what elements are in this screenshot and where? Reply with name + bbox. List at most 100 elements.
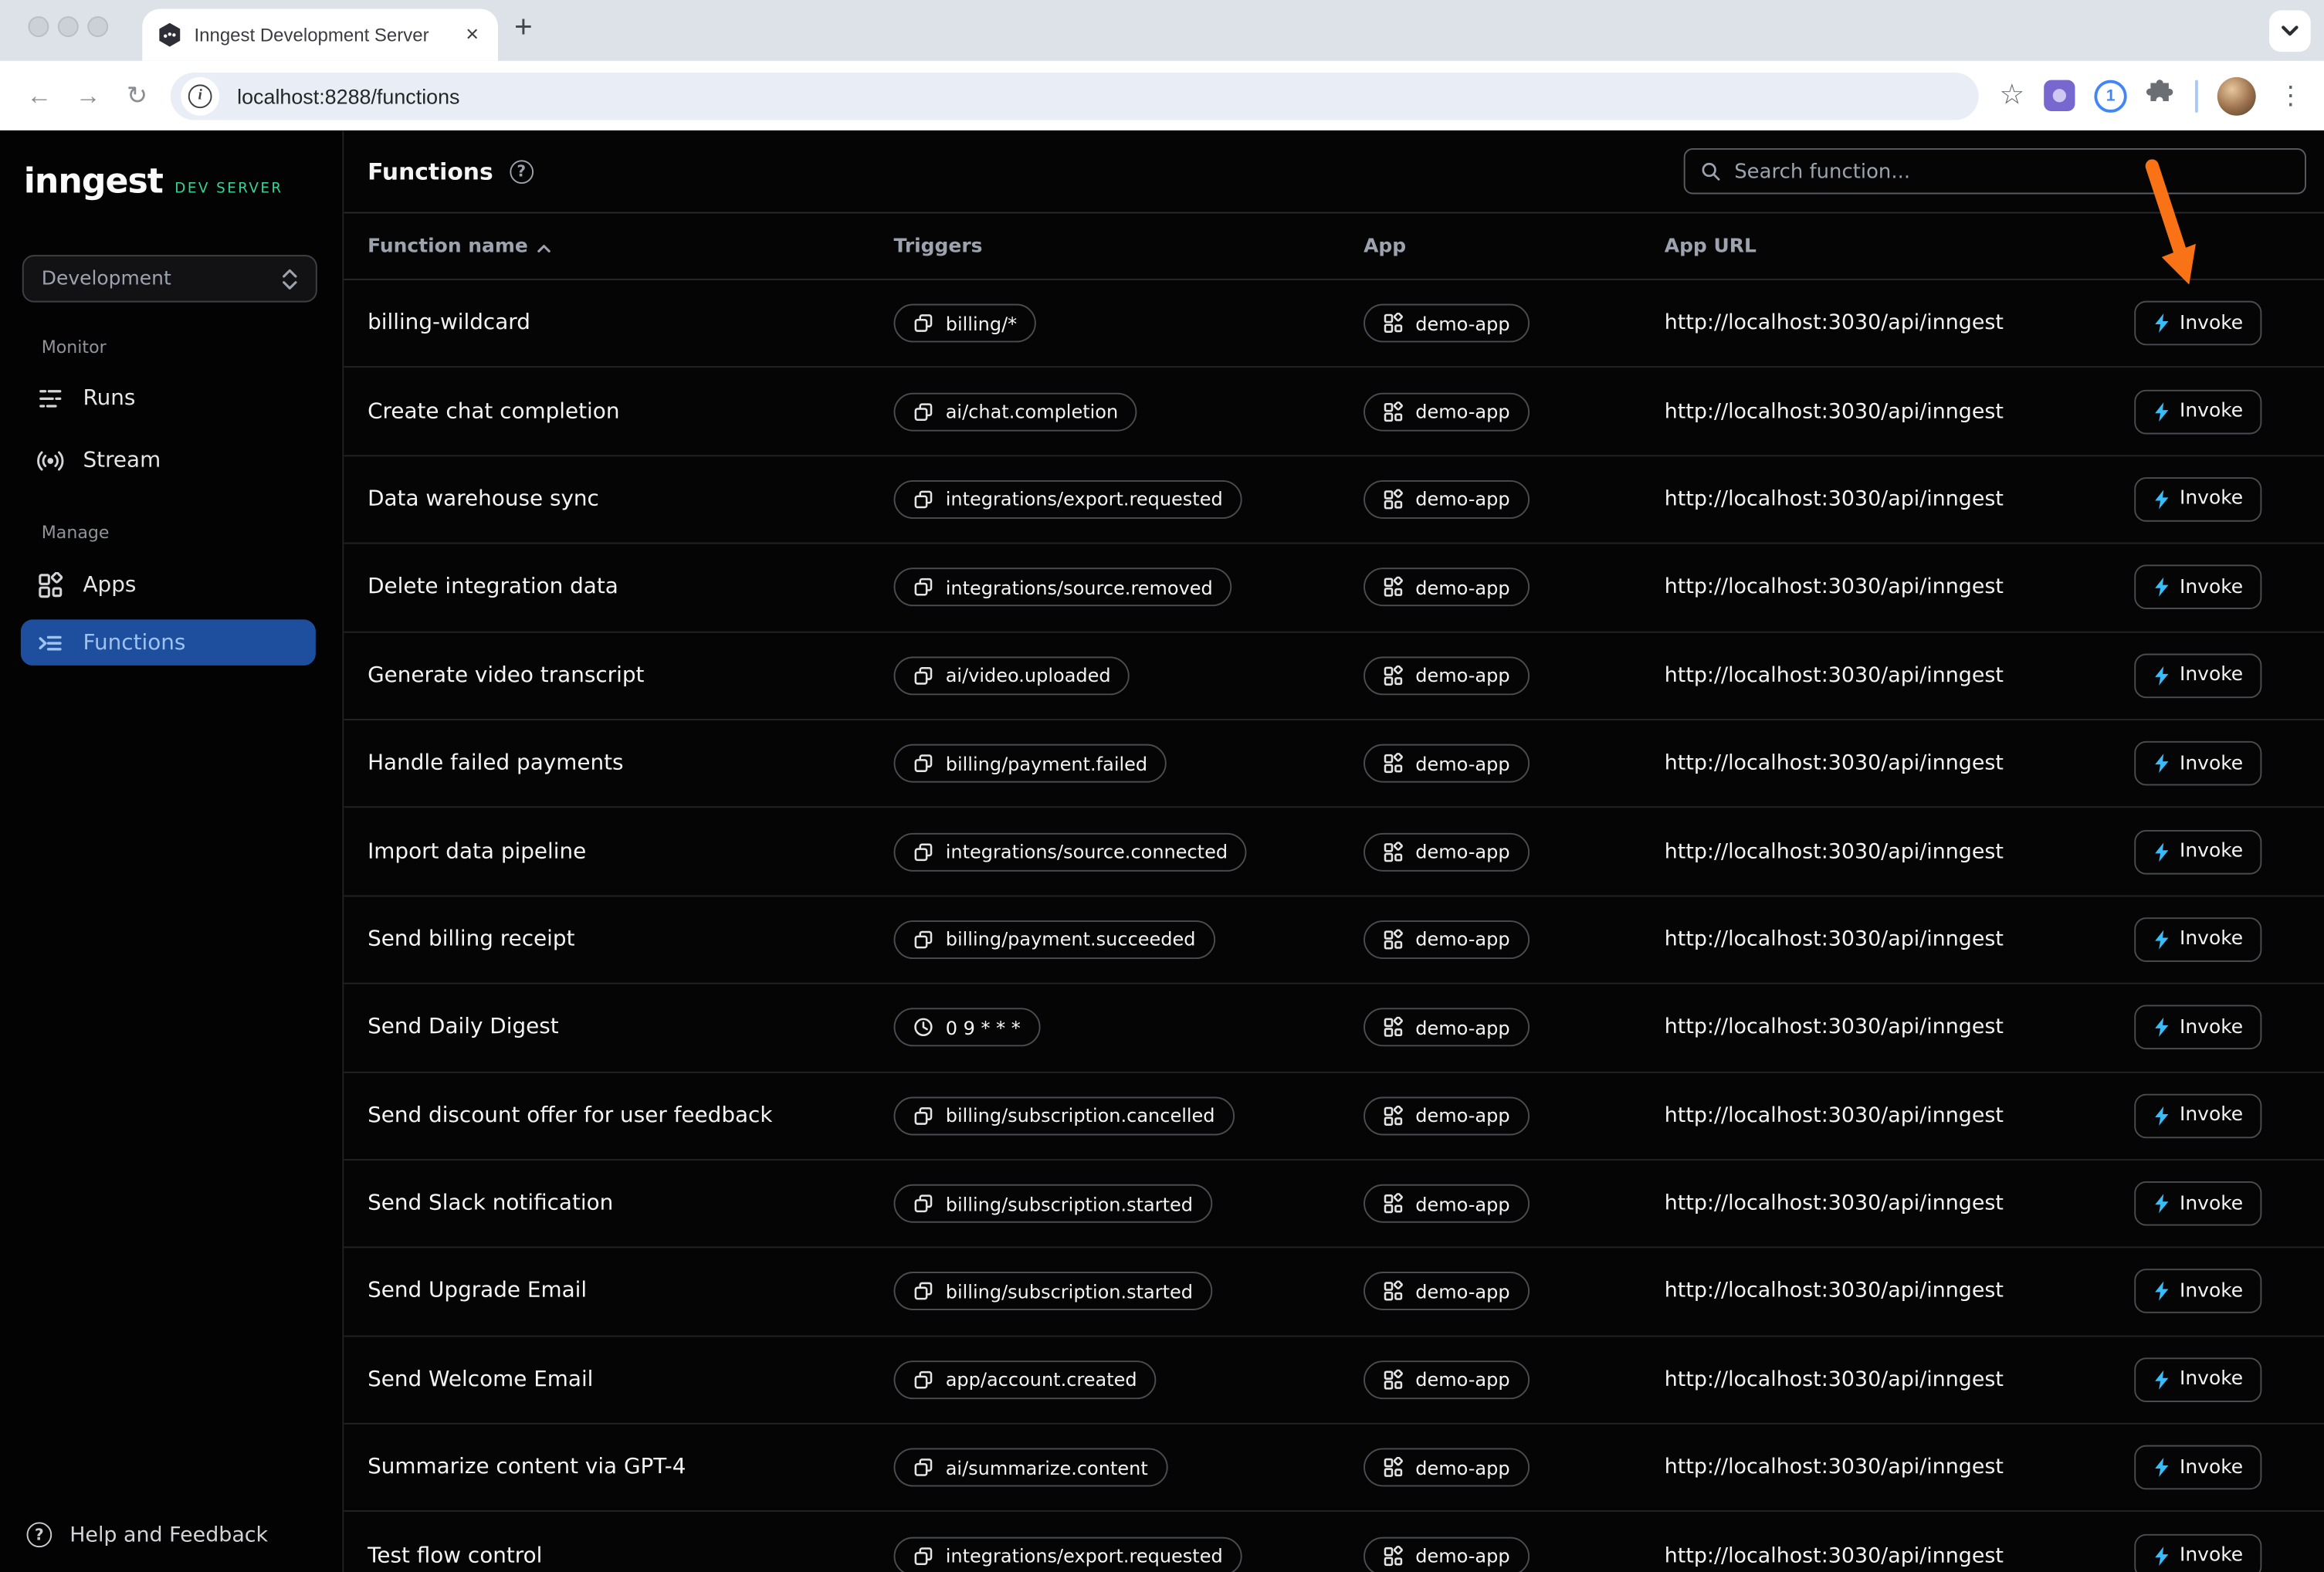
- table-row[interactable]: Test flow control integrations/export.re…: [344, 1513, 2324, 1572]
- invoke-button[interactable]: Invoke: [2134, 653, 2261, 698]
- trigger-value: billing/subscription.started: [946, 1193, 1193, 1215]
- lightning-bolt-icon: [2153, 1193, 2169, 1214]
- invoke-button[interactable]: Invoke: [2134, 1181, 2261, 1226]
- tab-search-chevron-icon[interactable]: [2269, 10, 2311, 52]
- trigger-value: integrations/source.removed: [946, 576, 1213, 598]
- table-row[interactable]: Summarize content via GPT-4 ai/summarize…: [344, 1425, 2324, 1513]
- invoke-button[interactable]: Invoke: [2134, 917, 2261, 962]
- invoke-button[interactable]: Invoke: [2134, 565, 2261, 610]
- invoke-button[interactable]: Invoke: [2134, 389, 2261, 434]
- window-close-button[interactable]: [28, 16, 49, 37]
- tab-strip: Inngest Development Server × +: [0, 0, 2324, 61]
- invoke-button[interactable]: Invoke: [2134, 1269, 2261, 1314]
- function-name[interactable]: Test flow control: [368, 1544, 542, 1568]
- forward-icon[interactable]: →: [64, 81, 113, 110]
- environment-selector[interactable]: Development: [22, 255, 317, 302]
- table-row[interactable]: Handle failed payments billing/payment.f…: [344, 720, 2324, 808]
- column-header-function-name[interactable]: Function name: [368, 213, 551, 281]
- invoke-button[interactable]: Invoke: [2134, 1445, 2261, 1490]
- password-manager-icon[interactable]: 1: [2094, 80, 2126, 112]
- function-name[interactable]: Send Welcome Email: [368, 1368, 593, 1392]
- table-row[interactable]: Send Daily Digest 0 9 * * *: [344, 984, 2324, 1072]
- invoke-button[interactable]: Invoke: [2134, 1533, 2261, 1572]
- new-tab-button[interactable]: +: [514, 10, 533, 46]
- url-text[interactable]: localhost:8288/functions: [237, 83, 459, 107]
- window-zoom-button[interactable]: [87, 16, 108, 37]
- function-name[interactable]: Send Daily Digest: [368, 1016, 559, 1040]
- sidebar-item-apps[interactable]: Apps: [21, 562, 316, 608]
- function-name[interactable]: Send Upgrade Email: [368, 1280, 587, 1304]
- column-header-app-url[interactable]: App URL: [1665, 213, 1757, 281]
- table-row[interactable]: Create chat completion ai/chat.completio…: [344, 368, 2324, 456]
- trigger-badge: billing/subscription.started: [894, 1272, 1212, 1311]
- invoke-label: Invoke: [2180, 1457, 2243, 1479]
- table-row[interactable]: Send billing receipt billing/payment.suc…: [344, 896, 2324, 984]
- invoke-button[interactable]: Invoke: [2134, 1357, 2261, 1402]
- table-row[interactable]: Delete integration data integrations/sou…: [344, 544, 2324, 632]
- site-info-icon[interactable]: i: [181, 76, 219, 115]
- function-name[interactable]: Import data pipeline: [368, 840, 586, 864]
- invoke-button[interactable]: Invoke: [2134, 1005, 2261, 1050]
- app-url: http://localhost:3030/api/inngest: [1665, 1104, 2004, 1128]
- invoke-button[interactable]: Invoke: [2134, 741, 2261, 786]
- profile-avatar[interactable]: [2217, 76, 2256, 115]
- table-row[interactable]: Generate video transcript ai/video.uploa…: [344, 632, 2324, 720]
- function-name[interactable]: Summarize content via GPT-4: [368, 1456, 686, 1480]
- extensions-puzzle-icon[interactable]: [2146, 77, 2176, 114]
- table-row[interactable]: Send Welcome Email app/account.created: [344, 1337, 2324, 1425]
- invoke-button[interactable]: Invoke: [2134, 301, 2261, 346]
- invoke-label: Invoke: [2180, 400, 2243, 422]
- back-icon[interactable]: ←: [15, 81, 63, 110]
- lightning-bolt-icon: [2153, 313, 2169, 334]
- title-help-icon[interactable]: ?: [510, 160, 534, 184]
- column-header-triggers[interactable]: Triggers: [894, 213, 983, 281]
- trigger-badge: billing/payment.succeeded: [894, 920, 1215, 959]
- extension-icon-purple[interactable]: [2044, 80, 2075, 111]
- function-name[interactable]: Handle failed payments: [368, 752, 623, 776]
- app-badge: demo-app: [1364, 1008, 1529, 1047]
- app-value: demo-app: [1415, 400, 1509, 422]
- sidebar-item-functions[interactable]: Functions: [21, 619, 316, 666]
- help-and-feedback-link[interactable]: ? Help and Feedback: [27, 1522, 269, 1547]
- function-name[interactable]: Generate video transcript: [368, 664, 644, 688]
- column-header-app[interactable]: App: [1364, 213, 1406, 281]
- function-name[interactable]: Send discount offer for user feedback: [368, 1104, 772, 1128]
- bookmark-star-icon[interactable]: ☆: [2000, 79, 2025, 113]
- table-row[interactable]: Data warehouse sync integrations/export.…: [344, 456, 2324, 544]
- app-url: http://localhost:3030/api/inngest: [1665, 1368, 2004, 1392]
- sidebar-item-runs[interactable]: Runs: [21, 375, 316, 422]
- table-row[interactable]: Send discount offer for user feedback bi…: [344, 1072, 2324, 1160]
- invoke-button[interactable]: Invoke: [2134, 1093, 2261, 1138]
- table-header: Function name Triggers App App URL: [344, 212, 2324, 280]
- app-grid-icon: [1383, 665, 1404, 686]
- table-row[interactable]: Import data pipeline integrations/source…: [344, 808, 2324, 896]
- invoke-button[interactable]: Invoke: [2134, 477, 2261, 522]
- lightning-bolt-icon: [2153, 1105, 2169, 1126]
- search-input[interactable]: [1734, 159, 2290, 183]
- app-badge: demo-app: [1364, 920, 1529, 959]
- lightning-bolt-icon: [2153, 1458, 2169, 1479]
- trigger-value: billing/payment.failed: [946, 752, 1147, 774]
- sidebar-item-stream[interactable]: Stream: [21, 437, 316, 483]
- reload-icon[interactable]: ↻: [113, 81, 161, 110]
- function-name[interactable]: Create chat completion: [368, 399, 619, 423]
- app-badge: demo-app: [1364, 832, 1529, 871]
- tab-close-icon[interactable]: ×: [461, 22, 483, 48]
- function-name[interactable]: billing-wildcard: [368, 311, 530, 335]
- function-name[interactable]: Delete integration data: [368, 576, 618, 600]
- invoke-button[interactable]: Invoke: [2134, 829, 2261, 874]
- sort-ascending-icon: [537, 242, 551, 252]
- browser-tab[interactable]: Inngest Development Server ×: [142, 9, 498, 61]
- address-bar[interactable]: i localhost:8288/functions: [171, 72, 1979, 119]
- window-minimize-button[interactable]: [58, 16, 79, 37]
- browser-menu-icon[interactable]: ⋮: [2275, 81, 2303, 110]
- browser-toolbar: ← → ↻ i localhost:8288/functions ☆ 1 ⋮: [0, 61, 2324, 130]
- function-name[interactable]: Data warehouse sync: [368, 488, 599, 512]
- invoke-label: Invoke: [2180, 929, 2243, 951]
- function-name[interactable]: Send Slack notification: [368, 1192, 613, 1216]
- app-grid-icon: [1383, 929, 1404, 950]
- table-row[interactable]: Send Upgrade Email billing/subscription.…: [344, 1248, 2324, 1337]
- table-row[interactable]: billing-wildcard billing/*: [344, 280, 2324, 368]
- function-name[interactable]: Send billing receipt: [368, 928, 574, 952]
- table-row[interactable]: Send Slack notification billing/subscrip…: [344, 1160, 2324, 1248]
